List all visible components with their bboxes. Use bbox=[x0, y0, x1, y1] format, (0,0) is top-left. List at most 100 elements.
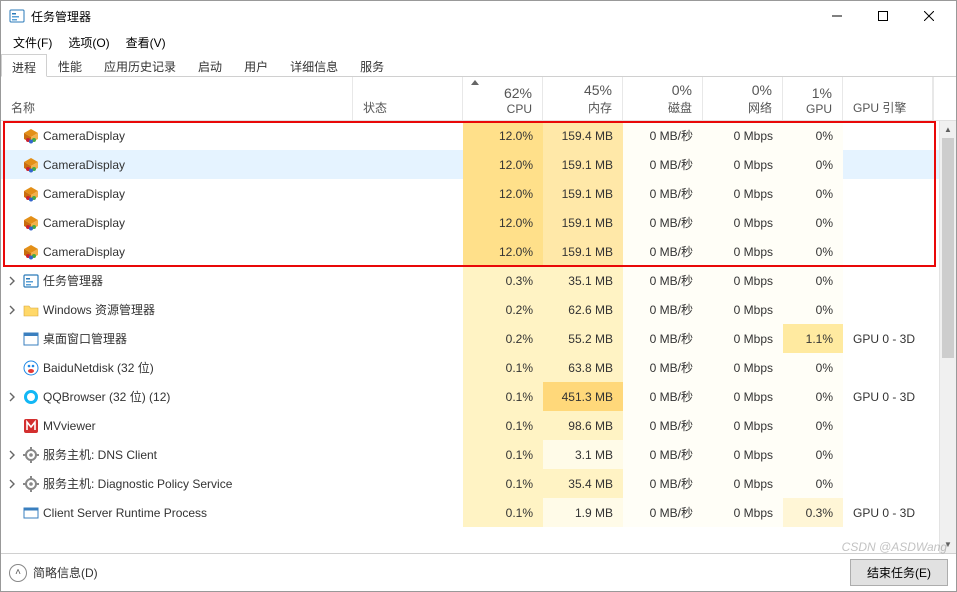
cell-cpu: 0.2% bbox=[463, 295, 543, 324]
cell-disk: 0 MB/秒 bbox=[623, 498, 703, 527]
cell-network: 0 Mbps bbox=[703, 208, 783, 237]
col-memory[interactable]: 45%内存 bbox=[543, 77, 623, 120]
process-name: 桌面窗口管理器 bbox=[43, 330, 127, 347]
cell-disk: 0 MB/秒 bbox=[623, 237, 703, 266]
cell-disk: 0 MB/秒 bbox=[623, 353, 703, 382]
tabs: 进程性能应用历史记录启动用户详细信息服务 bbox=[1, 53, 956, 77]
cell-disk: 0 MB/秒 bbox=[623, 382, 703, 411]
cell-network: 0 Mbps bbox=[703, 179, 783, 208]
cell-gpu: 0% bbox=[783, 295, 843, 324]
minimize-button[interactable] bbox=[814, 1, 860, 31]
process-row[interactable]: 桌面窗口管理器0.2%55.2 MB0 MB/秒0 Mbps1.1%GPU 0 … bbox=[1, 324, 956, 353]
col-disk[interactable]: 0%磁盘 bbox=[623, 77, 703, 120]
process-row[interactable]: MVviewer0.1%98.6 MB0 MB/秒0 Mbps0% bbox=[1, 411, 956, 440]
cell-status bbox=[353, 469, 463, 498]
qq-icon bbox=[23, 389, 39, 405]
tab-1[interactable]: 性能 bbox=[47, 53, 93, 76]
vertical-scrollbar[interactable]: ▲ ▼ bbox=[939, 121, 956, 553]
process-row[interactable]: CameraDisplay12.0%159.4 MB0 MB/秒0 Mbps0% bbox=[1, 121, 956, 150]
cell-memory: 35.1 MB bbox=[543, 266, 623, 295]
titlebar: 任务管理器 bbox=[1, 1, 956, 31]
cell-gpu-engine bbox=[843, 179, 933, 208]
cell-memory: 62.6 MB bbox=[543, 295, 623, 324]
process-row[interactable]: Windows 资源管理器0.2%62.6 MB0 MB/秒0 Mbps0% bbox=[1, 295, 956, 324]
process-row[interactable]: 服务主机: Diagnostic Policy Service0.1%35.4 … bbox=[1, 469, 956, 498]
cell-memory: 98.6 MB bbox=[543, 411, 623, 440]
process-row[interactable]: CameraDisplay12.0%159.1 MB0 MB/秒0 Mbps0% bbox=[1, 150, 956, 179]
cell-name: Windows 资源管理器 bbox=[1, 295, 353, 324]
cell-network: 0 Mbps bbox=[703, 353, 783, 382]
cell-cpu: 0.3% bbox=[463, 266, 543, 295]
process-row[interactable]: BaiduNetdisk (32 位)0.1%63.8 MB0 MB/秒0 Mb… bbox=[1, 353, 956, 382]
expand-arrow-icon bbox=[5, 506, 19, 520]
cell-memory: 55.2 MB bbox=[543, 324, 623, 353]
tab-6[interactable]: 服务 bbox=[349, 53, 395, 76]
expand-arrow-icon[interactable] bbox=[5, 448, 19, 462]
cell-name: MVviewer bbox=[1, 411, 353, 440]
menu-options[interactable]: 选项(O) bbox=[60, 32, 117, 53]
svc-icon bbox=[23, 476, 39, 492]
mv-icon bbox=[23, 418, 39, 434]
tm-icon bbox=[23, 273, 39, 289]
cell-name: CameraDisplay bbox=[1, 179, 353, 208]
process-name: CameraDisplay bbox=[43, 216, 125, 230]
process-row[interactable]: QQBrowser (32 位) (12)0.1%451.3 MB0 MB/秒0… bbox=[1, 382, 956, 411]
cell-cpu: 0.1% bbox=[463, 440, 543, 469]
expand-arrow-icon[interactable] bbox=[5, 390, 19, 404]
tab-5[interactable]: 详细信息 bbox=[279, 53, 349, 76]
process-row[interactable]: Client Server Runtime Process0.1%1.9 MB0… bbox=[1, 498, 956, 527]
cell-disk: 0 MB/秒 bbox=[623, 179, 703, 208]
scroll-thumb[interactable] bbox=[942, 138, 954, 358]
cell-gpu-engine: GPU 0 - 3D bbox=[843, 382, 933, 411]
scrollbar-gutter bbox=[933, 77, 950, 120]
process-row[interactable]: CameraDisplay12.0%159.1 MB0 MB/秒0 Mbps0% bbox=[1, 237, 956, 266]
cell-gpu: 0.3% bbox=[783, 498, 843, 527]
cell-gpu: 0% bbox=[783, 208, 843, 237]
menu-view[interactable]: 查看(V) bbox=[118, 32, 174, 53]
col-name[interactable]: 名称 bbox=[1, 77, 353, 120]
cell-memory: 63.8 MB bbox=[543, 353, 623, 382]
fewer-details-toggle[interactable]: ˄ 简略信息(D) bbox=[9, 564, 98, 582]
expand-arrow-icon bbox=[5, 129, 19, 143]
scroll-up-arrow-icon[interactable]: ▲ bbox=[940, 121, 956, 138]
cell-gpu-engine bbox=[843, 411, 933, 440]
process-row[interactable]: CameraDisplay12.0%159.1 MB0 MB/秒0 Mbps0% bbox=[1, 179, 956, 208]
col-network[interactable]: 0%网络 bbox=[703, 77, 783, 120]
col-gpu[interactable]: 1%GPU bbox=[783, 77, 843, 120]
cell-network: 0 Mbps bbox=[703, 382, 783, 411]
process-name: Client Server Runtime Process bbox=[43, 506, 207, 520]
cell-name: CameraDisplay bbox=[1, 150, 353, 179]
cell-name: CameraDisplay bbox=[1, 208, 353, 237]
cell-gpu-engine bbox=[843, 208, 933, 237]
col-status[interactable]: 状态 bbox=[353, 77, 463, 120]
cell-gpu: 0% bbox=[783, 469, 843, 498]
cell-status bbox=[353, 295, 463, 324]
col-gpu-engine[interactable]: GPU 引擎 bbox=[843, 77, 933, 120]
folder-icon bbox=[23, 302, 39, 318]
cell-name: CameraDisplay bbox=[1, 121, 353, 150]
close-button[interactable] bbox=[906, 1, 952, 31]
expand-arrow-icon[interactable] bbox=[5, 303, 19, 317]
cell-network: 0 Mbps bbox=[703, 411, 783, 440]
cell-memory: 451.3 MB bbox=[543, 382, 623, 411]
menubar: 文件(F) 选项(O) 查看(V) bbox=[1, 31, 956, 53]
tab-4[interactable]: 用户 bbox=[233, 53, 279, 76]
process-row[interactable]: 服务主机: DNS Client0.1%3.1 MB0 MB/秒0 Mbps0% bbox=[1, 440, 956, 469]
menu-file[interactable]: 文件(F) bbox=[5, 32, 60, 53]
cell-status bbox=[353, 440, 463, 469]
maximize-button[interactable] bbox=[860, 1, 906, 31]
expand-arrow-icon[interactable] bbox=[5, 477, 19, 491]
expand-arrow-icon[interactable] bbox=[5, 274, 19, 288]
expand-arrow-icon bbox=[5, 245, 19, 259]
process-row[interactable]: 任务管理器0.3%35.1 MB0 MB/秒0 Mbps0% bbox=[1, 266, 956, 295]
process-row[interactable]: CameraDisplay12.0%159.1 MB0 MB/秒0 Mbps0% bbox=[1, 208, 956, 237]
end-task-button[interactable]: 结束任务(E) bbox=[850, 559, 948, 586]
tab-0[interactable]: 进程 bbox=[1, 54, 47, 77]
col-cpu[interactable]: 62%CPU bbox=[463, 77, 543, 120]
cell-cpu: 12.0% bbox=[463, 150, 543, 179]
tab-2[interactable]: 应用历史记录 bbox=[93, 53, 187, 76]
cell-gpu-engine bbox=[843, 237, 933, 266]
scroll-down-arrow-icon[interactable]: ▼ bbox=[940, 536, 956, 553]
tab-3[interactable]: 启动 bbox=[187, 53, 233, 76]
cell-cpu: 12.0% bbox=[463, 208, 543, 237]
